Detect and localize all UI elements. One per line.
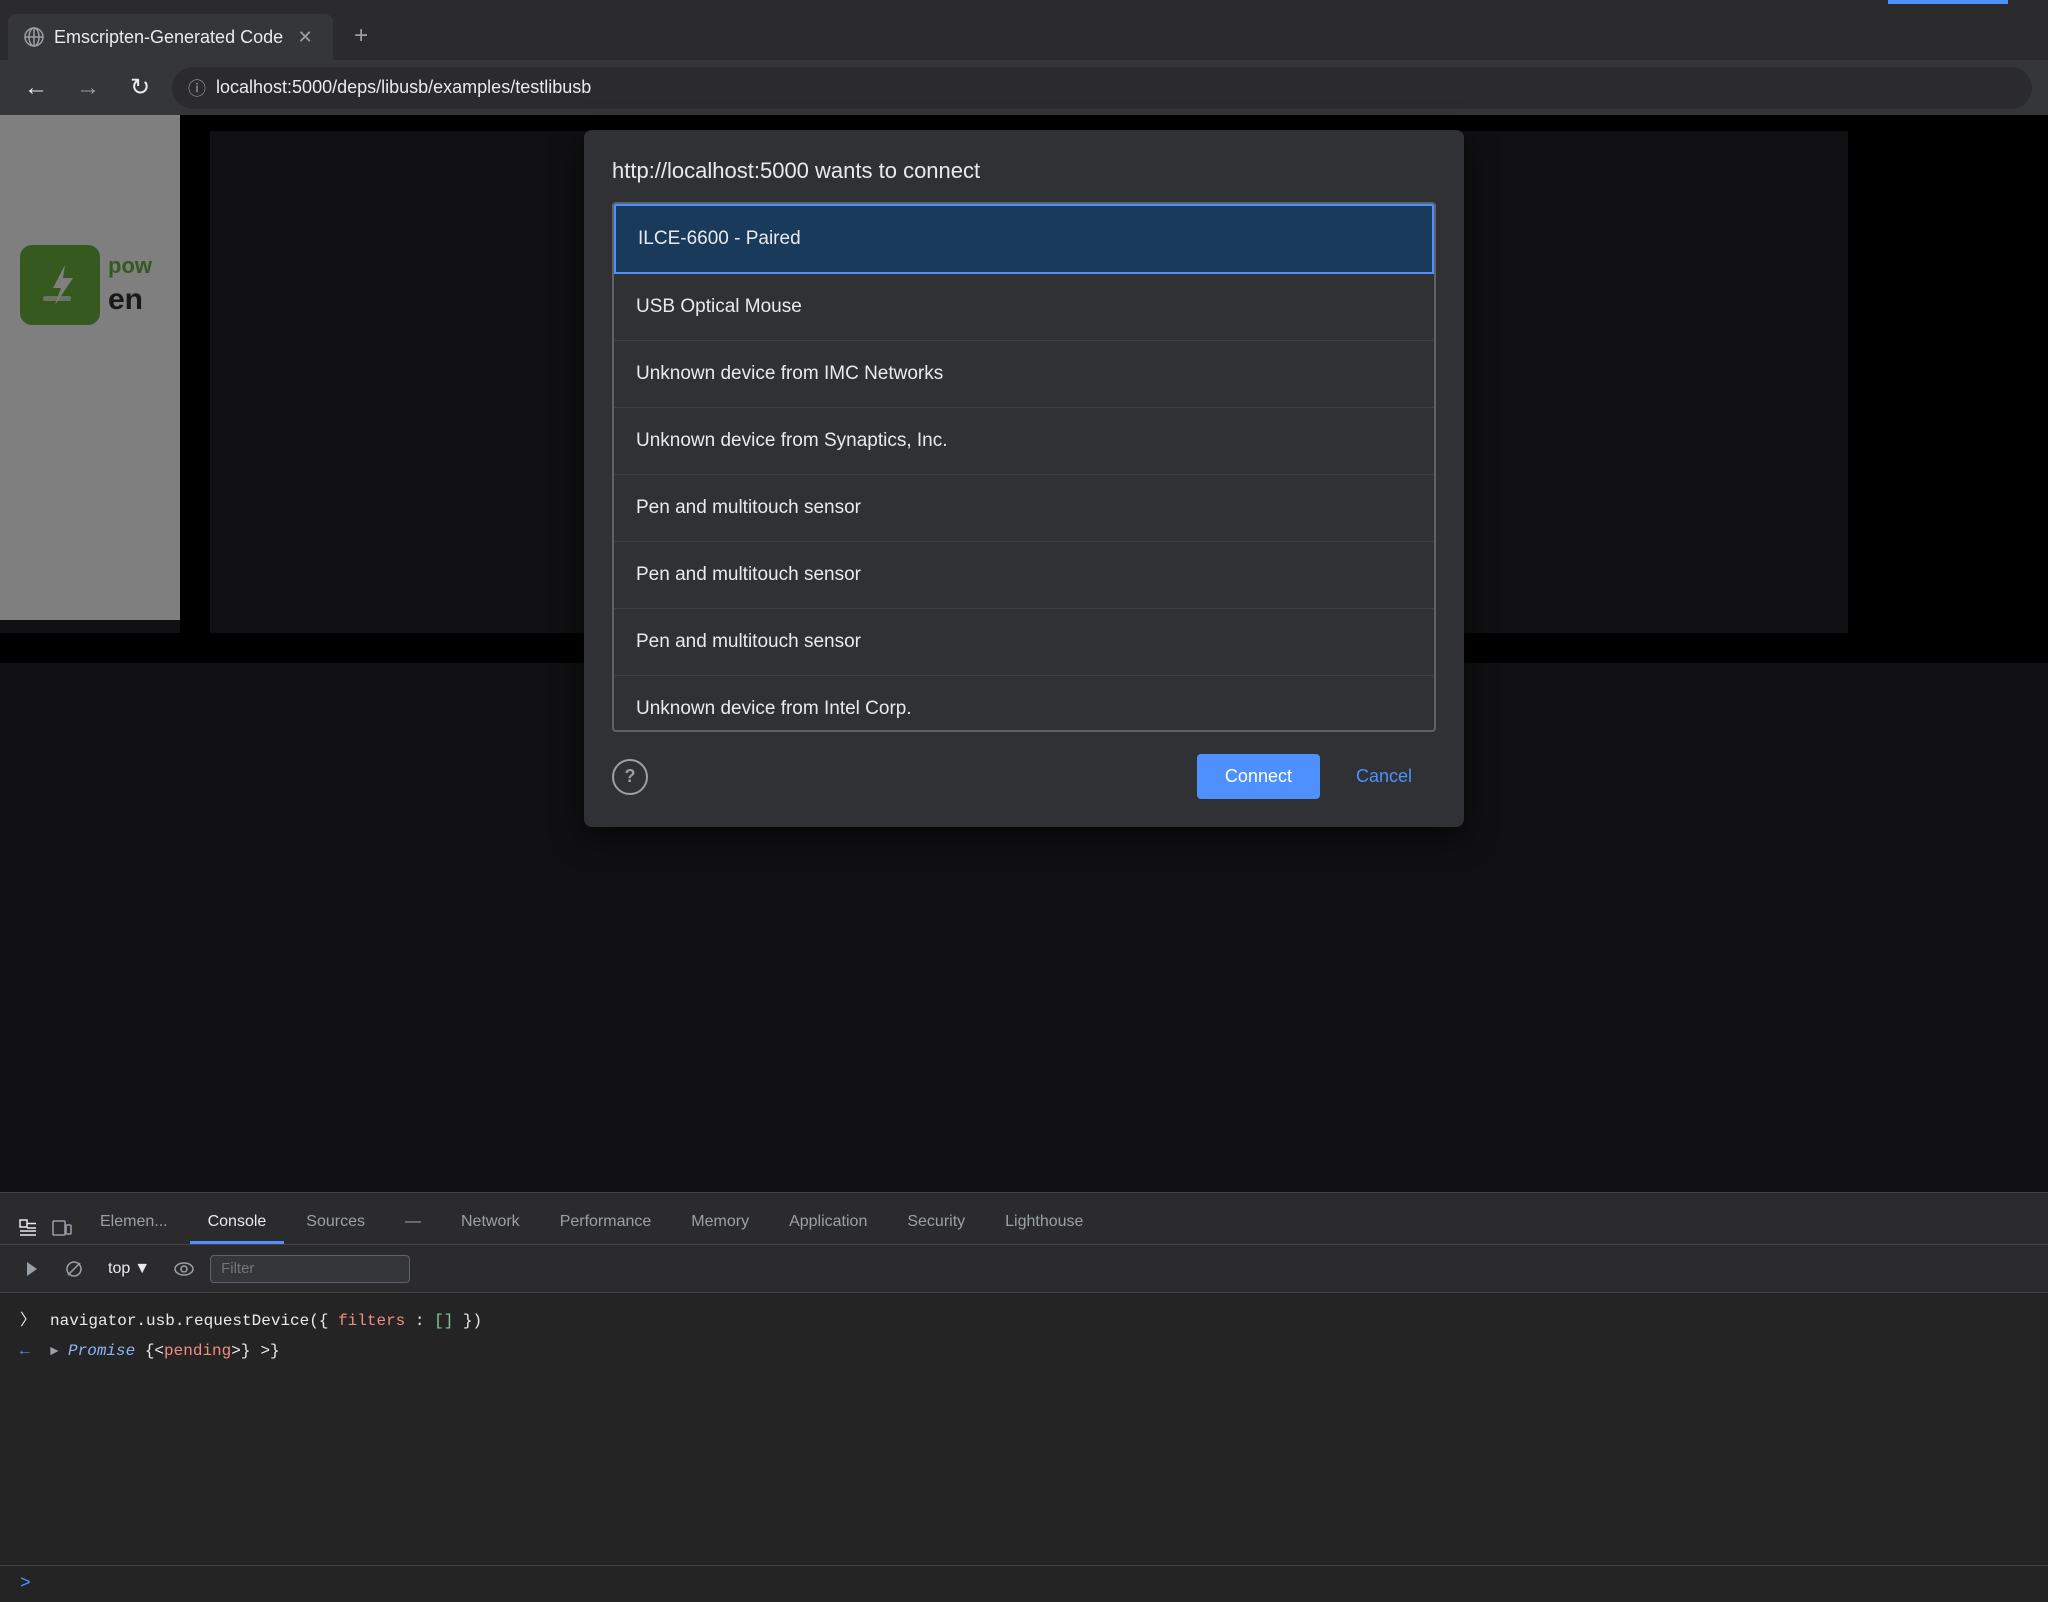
tab-title: Emscripten-Generated Code <box>54 27 283 48</box>
console-line-2: ← ► Promise {<pending>} >} <box>20 1339 2028 1363</box>
cancel-button[interactable]: Cancel <box>1332 754 1436 799</box>
block-icon[interactable] <box>58 1253 90 1285</box>
top-context-selector[interactable]: top ▼ <box>100 1256 158 1282</box>
device-item-7[interactable]: Unknown device from Intel Corp. <box>614 676 1434 732</box>
device-item-2[interactable]: Unknown device from IMC Networks <box>614 341 1434 408</box>
address-text: localhost:5000/deps/libusb/examples/test… <box>216 77 591 98</box>
console-return-arrow: ← <box>20 1339 40 1363</box>
browser-tab[interactable]: Emscripten-Generated Code ✕ <box>8 14 333 60</box>
console-input-line: > <box>0 1565 2048 1602</box>
device-item-5[interactable]: Pen and multitouch sensor <box>614 542 1434 609</box>
devtools-tab-application[interactable]: Application <box>771 1203 885 1244</box>
devtools-tab-sep: — <box>387 1203 439 1244</box>
devtools-toolbar-icons <box>12 1212 78 1244</box>
address-bar[interactable]: ⓘ localhost:5000/deps/libusb/examples/te… <box>172 67 2032 109</box>
console-cursor-prompt: > <box>20 1574 31 1594</box>
device-item-6[interactable]: Pen and multitouch sensor <box>614 609 1434 676</box>
new-tab-button[interactable]: + <box>341 16 381 56</box>
dialog-buttons: Connect Cancel <box>1197 754 1436 799</box>
device-item-4[interactable]: Pen and multitouch sensor <box>614 475 1434 542</box>
browser-chrome: Emscripten-Generated Code ✕ + ← → ↻ ⓘ lo… <box>0 0 2048 115</box>
device-name-3: Unknown device from Synaptics, Inc. <box>636 430 948 451</box>
devtools-tab-security[interactable]: Security <box>889 1203 983 1244</box>
promise-text: ► Promise {<pending>} <box>50 1339 250 1363</box>
dialog-footer: ? Connect Cancel <box>612 754 1436 799</box>
device-item-1[interactable]: USB Optical Mouse <box>614 274 1434 341</box>
devtools-tab-memory[interactable]: Memory <box>673 1203 767 1244</box>
info-icon: ⓘ <box>188 75 206 101</box>
device-item-3[interactable]: Unknown device from Synaptics, Inc. <box>614 408 1434 475</box>
device-name-6: Pen and multitouch sensor <box>636 631 861 652</box>
devtools-tab-sources[interactable]: Sources <box>288 1203 383 1244</box>
console-input-prompt-icon: 〉 <box>20 1309 40 1333</box>
promise-expand-icon[interactable]: ► <box>50 1344 58 1360</box>
console-command-text: navigator.usb.requestDevice({ filters : … <box>50 1309 482 1333</box>
top-selector-label: top <box>108 1260 130 1278</box>
dialog-title: http://localhost:5000 wants to connect <box>612 158 1436 184</box>
reload-button[interactable]: ↻ <box>120 68 160 108</box>
console-line-1: 〉 navigator.usb.requestDevice({ filters … <box>20 1309 2028 1333</box>
tab-close-button[interactable]: ✕ <box>293 25 317 49</box>
devtools-tab-performance[interactable]: Performance <box>542 1203 670 1244</box>
forward-button[interactable]: → <box>68 68 108 108</box>
device-item-0[interactable]: ILCE-6600 - Paired <box>614 204 1434 274</box>
console-filter-input[interactable] <box>210 1255 410 1283</box>
eye-icon[interactable] <box>168 1253 200 1285</box>
back-button[interactable]: ← <box>16 68 56 108</box>
device-name-5: Pen and multitouch sensor <box>636 564 861 585</box>
devtools-tab-lighthouse[interactable]: Lighthouse <box>987 1203 1101 1244</box>
top-right-accent <box>1888 0 2008 4</box>
device-toggle-icon[interactable] <box>46 1212 78 1244</box>
devtools-tab-elements[interactable]: Elemen... <box>82 1203 186 1244</box>
devtools-tab-console[interactable]: Console <box>190 1203 285 1244</box>
devtools-panel: Elemen... Console Sources — Network Perf… <box>0 1192 2048 1602</box>
device-name-2: Unknown device from IMC Networks <box>636 363 943 384</box>
devtools-toolbar: top ▼ <box>0 1245 2048 1293</box>
element-picker-icon[interactable] <box>12 1212 44 1244</box>
device-list: ILCE-6600 - Paired USB Optical Mouse Unk… <box>612 202 1436 732</box>
dropdown-arrow-icon: ▼ <box>134 1260 150 1278</box>
dialog-overlay: http://localhost:5000 wants to connect I… <box>0 115 2048 1192</box>
device-name-0: ILCE-6600 - Paired <box>638 228 801 249</box>
play-icon[interactable] <box>16 1253 48 1285</box>
device-name-1: USB Optical Mouse <box>636 296 802 317</box>
tab-bar: Emscripten-Generated Code ✕ + <box>0 0 2048 60</box>
device-name-7: Unknown device from Intel Corp. <box>636 698 912 719</box>
nav-bar: ← → ↻ ⓘ localhost:5000/deps/libusb/examp… <box>0 60 2048 115</box>
device-name-4: Pen and multitouch sensor <box>636 497 861 518</box>
usb-connect-dialog: http://localhost:5000 wants to connect I… <box>584 130 1464 827</box>
help-icon[interactable]: ? <box>612 759 648 795</box>
devtools-tabs: Elemen... Console Sources — Network Perf… <box>0 1193 2048 1245</box>
connect-button[interactable]: Connect <box>1197 754 1320 799</box>
devtools-tab-network[interactable]: Network <box>443 1203 538 1244</box>
console-output: 〉 navigator.usb.requestDevice({ filters … <box>0 1293 2048 1565</box>
tab-favicon-icon <box>24 27 44 47</box>
